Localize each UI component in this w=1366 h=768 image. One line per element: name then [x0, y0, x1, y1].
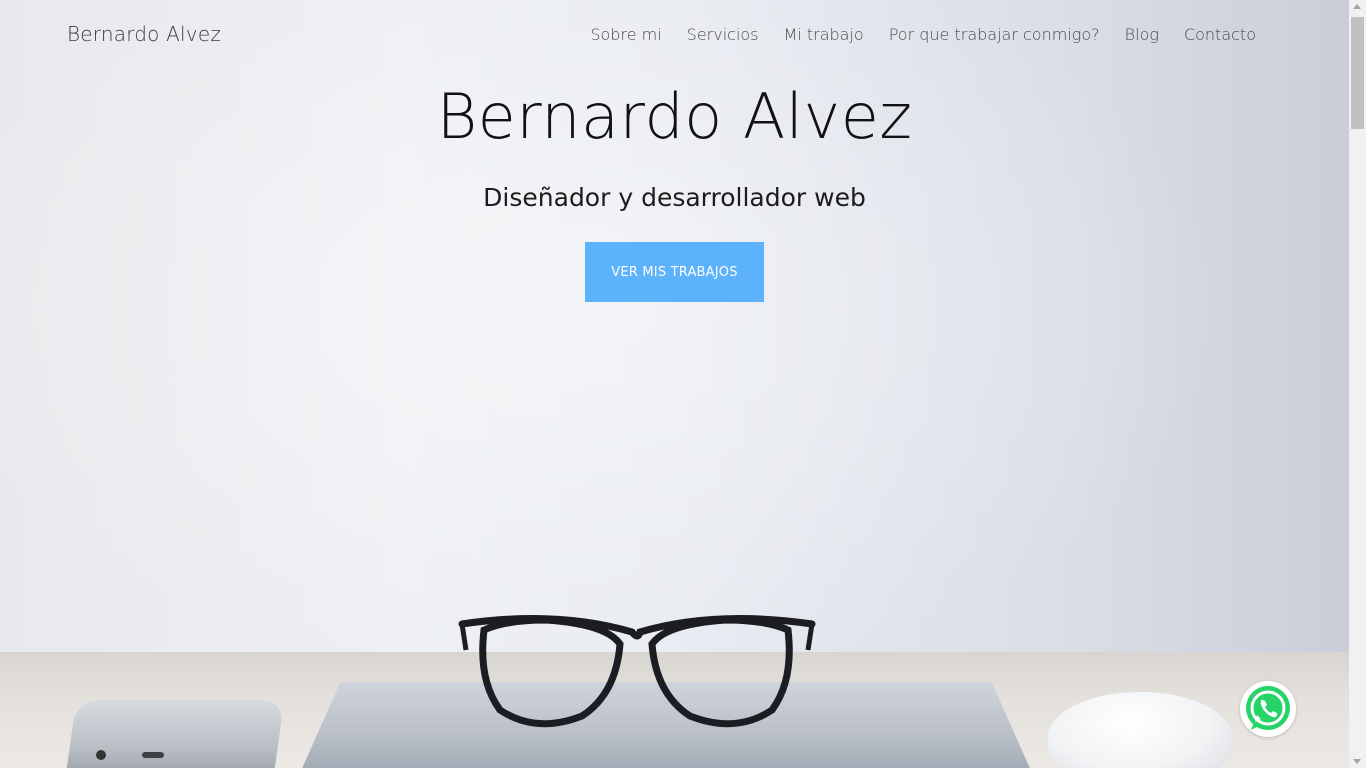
- hero-section: Bernardo Alvez Sobre mi Servicios Mi tra…: [0, 0, 1349, 768]
- nav-link-contacto[interactable]: Contacto: [1184, 25, 1256, 44]
- scroll-thumb[interactable]: [1351, 17, 1364, 129]
- nav-link-mi-trabajo[interactable]: Mi trabajo: [784, 25, 864, 44]
- glasses-image: [458, 615, 816, 728]
- whatsapp-button[interactable]: [1240, 681, 1296, 737]
- scroll-up-arrow-icon[interactable]: [1353, 4, 1361, 9]
- hero-title: Bernardo Alvez: [436, 80, 913, 153]
- phone-port: [142, 752, 164, 758]
- whatsapp-icon: [1246, 686, 1290, 730]
- nav-link-servicios[interactable]: Servicios: [687, 25, 759, 44]
- nav-menu: Sobre mi Servicios Mi trabajo Por que tr…: [590, 25, 1256, 44]
- phone-jack: [96, 750, 106, 760]
- hero-subtitle: Diseñador y desarrollador web: [483, 183, 866, 212]
- navbar: Bernardo Alvez Sobre mi Servicios Mi tra…: [0, 0, 1349, 70]
- nav-link-blog[interactable]: Blog: [1125, 25, 1159, 44]
- page-scrollbar[interactable]: [1349, 0, 1366, 768]
- scroll-down-arrow-icon[interactable]: [1353, 759, 1361, 764]
- nav-link-sobre-mi[interactable]: Sobre mi: [590, 25, 661, 44]
- brand-logo[interactable]: Bernardo Alvez: [67, 22, 221, 46]
- view-work-button[interactable]: VER MIS TRABAJOS: [585, 242, 764, 302]
- nav-link-por-que[interactable]: Por que trabajar conmigo?: [889, 25, 1100, 44]
